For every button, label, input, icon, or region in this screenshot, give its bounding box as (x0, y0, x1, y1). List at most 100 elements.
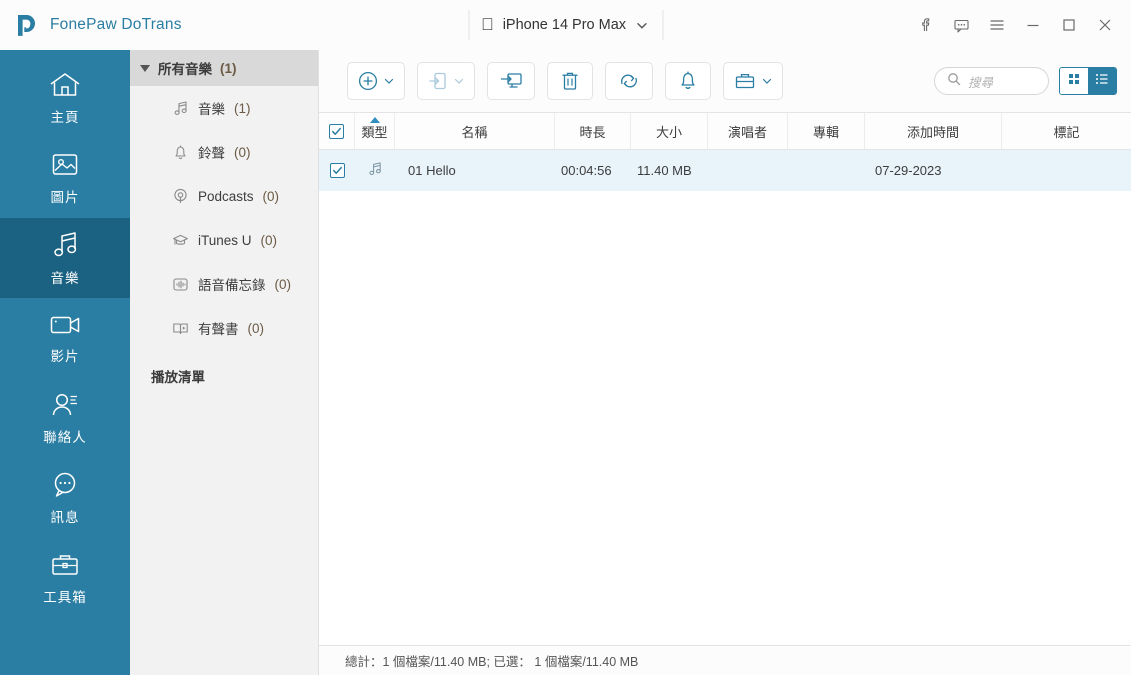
subnav-header-all-music[interactable]: 所有音樂 (1) (130, 50, 318, 86)
column-header-size[interactable]: 大小 (631, 113, 708, 149)
subnav-item-music[interactable]: 音樂 (1) (130, 86, 318, 130)
minimize-icon (1024, 16, 1042, 34)
app-title: FonePaw DoTrans (50, 16, 182, 33)
message-icon (50, 471, 80, 499)
fonepaw-logo-icon (14, 12, 40, 38)
column-header-album[interactable]: 專輯 (788, 113, 865, 149)
subnav-header-count: (1) (220, 60, 237, 76)
subnav-item-audiobooks[interactable]: 有聲書 (0) (130, 306, 318, 350)
sidebar-item-photos[interactable]: 圖片 (0, 138, 130, 218)
subnav-header-label: 所有音樂 (158, 62, 212, 77)
column-header-label: 標記 (1053, 124, 1080, 140)
brand: FonePaw DoTrans (0, 12, 320, 38)
subnav-item-voice-memos[interactable]: 語音備忘錄 (0) (130, 262, 318, 306)
column-header-type[interactable]: 類型 (355, 113, 395, 149)
subnav-item-label: Podcasts (198, 188, 254, 204)
subnav-section-playlists[interactable]: 播放清單 (130, 350, 318, 386)
bell-icon (677, 70, 699, 92)
export-to-device-button[interactable] (417, 62, 475, 100)
row-duration: 00:04:56 (561, 163, 612, 178)
sidebar-item-toolbox[interactable]: 工具箱 (0, 538, 130, 618)
sidebar-item-messages[interactable]: 訊息 (0, 458, 130, 538)
content-toolbar: 搜尋 (319, 50, 1131, 112)
search-icon (947, 72, 961, 91)
row-size: 11.40 MB (637, 163, 692, 178)
subnav-item-podcasts[interactable]: Podcasts (0) (130, 174, 318, 218)
column-header-label: 類型 (361, 124, 388, 140)
subnav-item-count: (0) (247, 320, 265, 336)
facebook-icon (917, 17, 933, 33)
column-header-label: 大小 (655, 124, 682, 140)
music-note-icon (367, 161, 383, 180)
checkbox-checked-icon (329, 163, 345, 178)
sidebar-item-label: 主頁 (50, 109, 80, 125)
ringtone-maker-button[interactable] (665, 62, 711, 100)
grid-view-button[interactable] (1060, 68, 1088, 94)
search-input[interactable]: 搜尋 (934, 67, 1049, 95)
sidebar-item-label: 影片 (50, 348, 80, 364)
toolbox-icon (49, 551, 81, 579)
export-to-computer-icon (499, 70, 523, 92)
facebook-button[interactable] (907, 7, 943, 43)
apple-logo-icon:  (481, 16, 494, 33)
column-header-tag[interactable]: 標記 (1002, 113, 1131, 149)
select-all-checkbox[interactable] (319, 113, 355, 149)
sort-ascending-icon (369, 117, 380, 123)
sidebar-item-videos[interactable]: 影片 (0, 298, 130, 378)
column-header-artist[interactable]: 演唱者 (708, 113, 788, 149)
search-and-view: 搜尋 (934, 67, 1117, 95)
sidebar-item-label: 訊息 (50, 509, 80, 525)
grid-view-icon (1066, 71, 1082, 92)
subnav-item-itunes-u[interactable]: iTunes U (0) (130, 218, 318, 262)
column-header-label: 專輯 (812, 124, 839, 140)
column-header-label: 添加時間 (906, 124, 959, 140)
refresh-icon (617, 70, 641, 92)
subnav-item-label: 音樂 (198, 102, 225, 117)
column-header-name[interactable]: 名稱 (395, 113, 555, 149)
main-content: 搜尋 類型 名稱 時長 大小 演唱者 專輯 添加時間 標記 01 Hello 0… (319, 50, 1131, 675)
feedback-button[interactable] (943, 7, 979, 43)
app-window: FonePaw DoTrans  iPhone 14 Pro Max (0, 0, 1131, 675)
sidebar-item-music[interactable]: 音樂 (0, 218, 130, 298)
subnav-item-count: (0) (260, 232, 278, 248)
column-header-label: 時長 (579, 124, 606, 140)
chevron-down-icon (761, 75, 773, 87)
search-placeholder: 搜尋 (968, 75, 994, 90)
column-header-label: 演唱者 (727, 124, 767, 140)
triangle-down-icon (140, 64, 150, 72)
list-view-button[interactable] (1088, 68, 1116, 94)
export-to-pc-button[interactable] (487, 62, 535, 100)
sidebar-item-label: 聯絡人 (43, 429, 87, 445)
minimize-button[interactable] (1015, 7, 1051, 43)
subnav-item-label: 語音備忘錄 (198, 278, 266, 293)
waveform-icon (172, 276, 189, 293)
table-row[interactable]: 01 Hello 00:04:56 11.40 MB 07-29-2023 (319, 150, 1131, 191)
bell-icon (172, 144, 189, 161)
primary-sidebar: 主頁 圖片 音樂 影片 聯絡人 訊息 工具箱 (0, 50, 130, 675)
sidebar-item-label: 音樂 (50, 270, 80, 286)
file-table: 類型 名稱 時長 大小 演唱者 專輯 添加時間 標記 01 Hello 00:0… (319, 112, 1131, 675)
sidebar-item-contacts[interactable]: 聯絡人 (0, 378, 130, 458)
audiobook-icon (172, 320, 189, 337)
row-name: 01 Hello (408, 163, 456, 178)
status-bar: 總計：1 個檔案/11.40 MB; 已選： 1 個檔案/11.40 MB (319, 645, 1131, 675)
add-button[interactable] (347, 62, 405, 100)
sidebar-item-home[interactable]: 主頁 (0, 58, 130, 138)
row-date-added: 07-29-2023 (875, 163, 942, 178)
subnav-item-ringtones[interactable]: 鈴聲 (0) (130, 130, 318, 174)
refresh-button[interactable] (605, 62, 653, 100)
row-checkbox[interactable] (319, 150, 355, 191)
trash-icon (559, 70, 581, 92)
menu-button[interactable] (979, 7, 1015, 43)
window-controls (907, 0, 1123, 50)
toolbox-button[interactable] (723, 62, 783, 100)
row-artist (708, 150, 788, 191)
close-button[interactable] (1087, 7, 1123, 43)
maximize-button[interactable] (1051, 7, 1087, 43)
secondary-sidebar: 所有音樂 (1) 音樂 (1) 鈴聲 (0) Podcasts (0) iTun… (130, 50, 319, 675)
column-header-duration[interactable]: 時長 (555, 113, 631, 149)
photo-icon (50, 151, 80, 179)
column-header-date-added[interactable]: 添加時間 (865, 113, 1002, 149)
device-selector[interactable]:  iPhone 14 Pro Max (467, 10, 664, 40)
delete-button[interactable] (547, 62, 593, 100)
